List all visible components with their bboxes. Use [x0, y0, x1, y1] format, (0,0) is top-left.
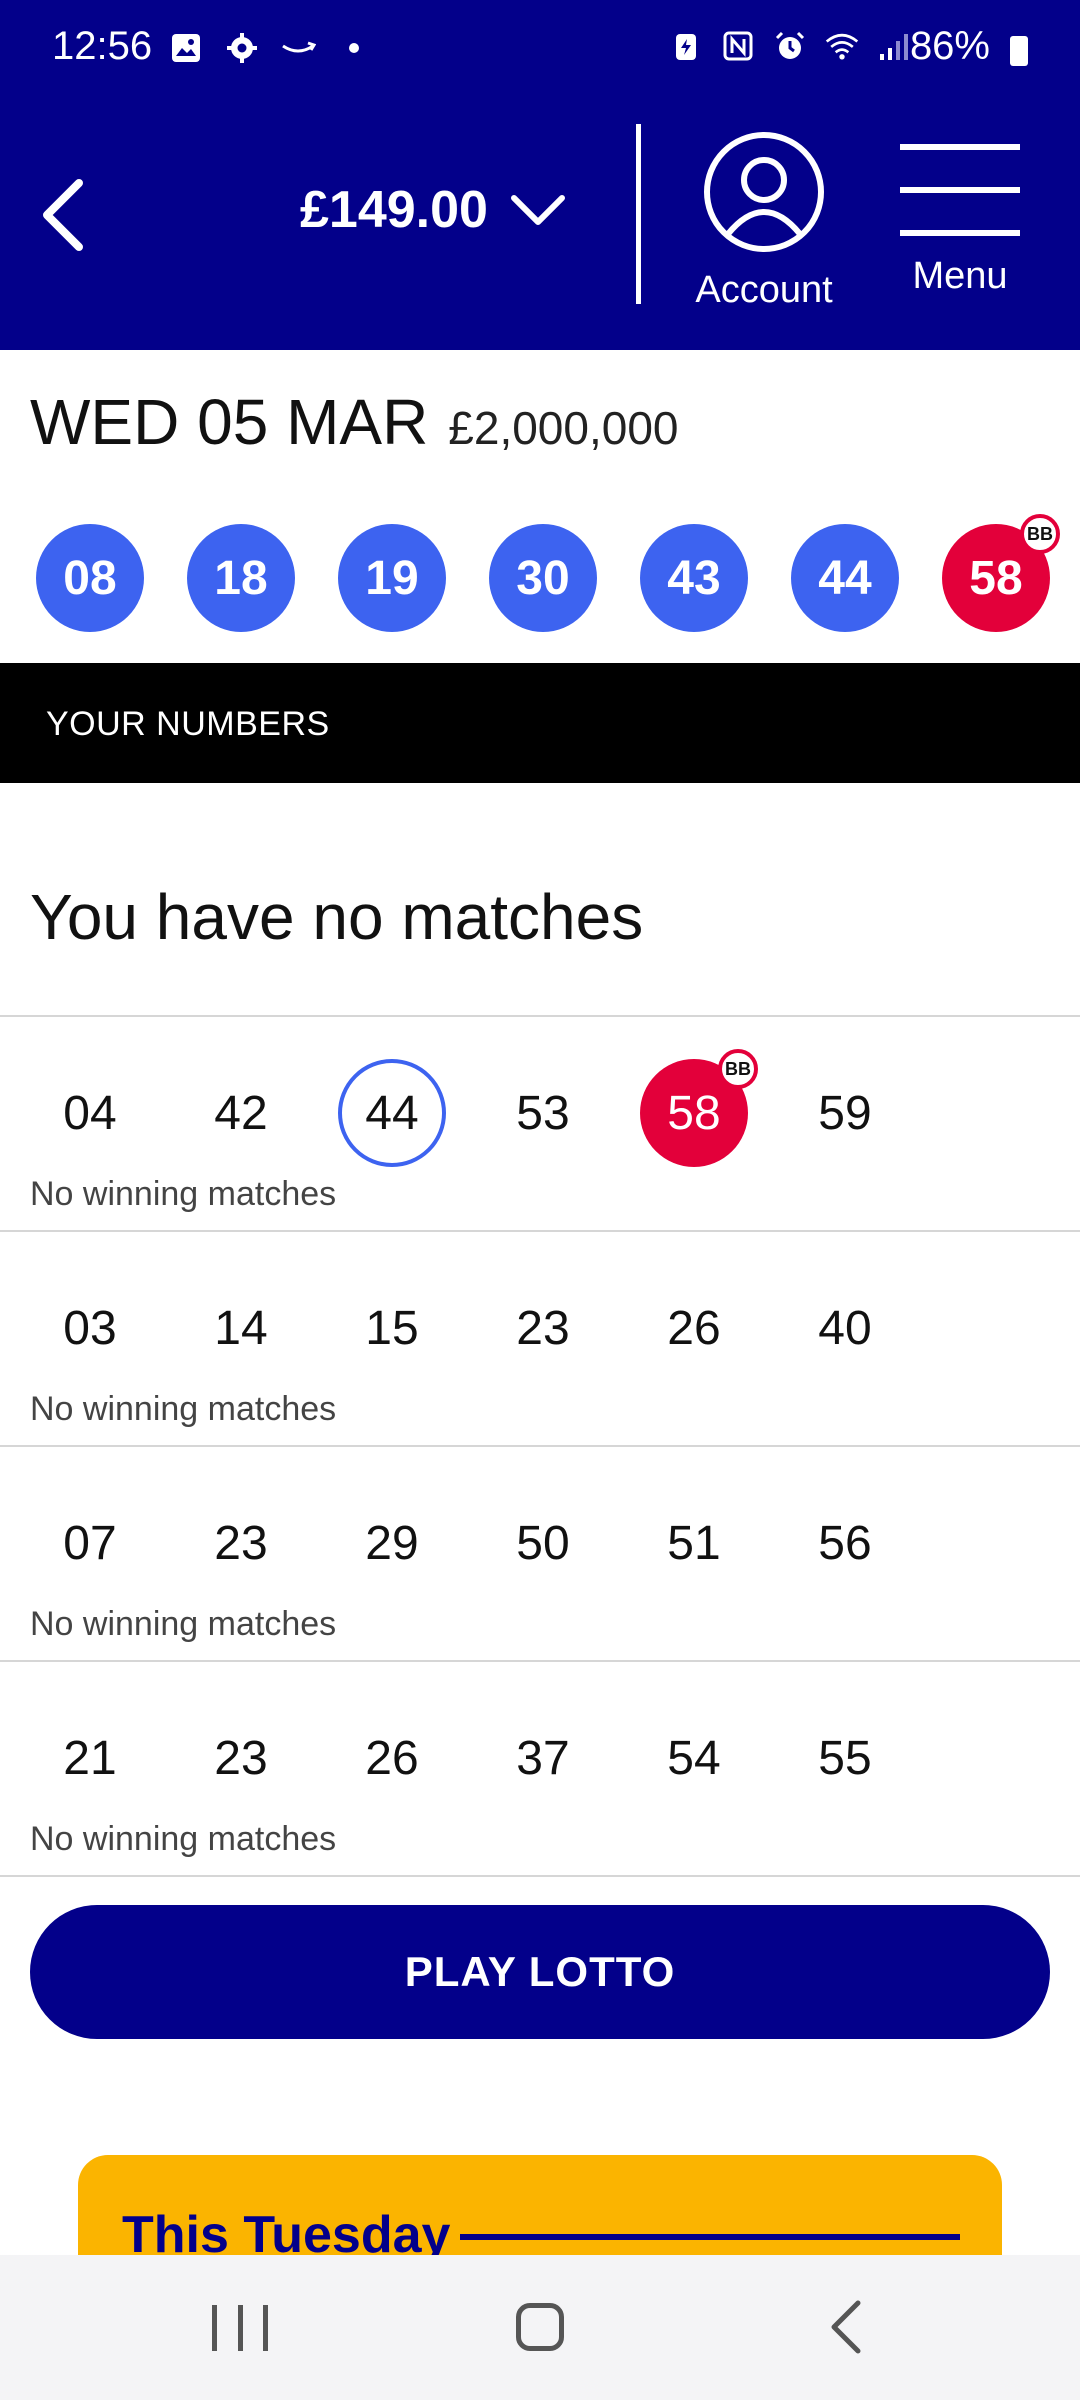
line-status: No winning matches [30, 1175, 337, 1213]
line-status: No winning matches [30, 1605, 337, 1643]
system-back-button[interactable] [820, 2299, 872, 2355]
line-number: 26 [365, 1731, 419, 1785]
line-number: 03 [63, 1301, 117, 1355]
ticket-line: 07 23 29 50 51 56 No winning matches [0, 1445, 1080, 1660]
winning-ball: 44 [791, 524, 899, 632]
line-status: No winning matches [30, 1820, 337, 1858]
back-button[interactable] [18, 170, 108, 260]
recent-apps-button[interactable] [212, 2305, 268, 2351]
account-button[interactable]: Account [684, 130, 844, 312]
line-number: 21 [63, 1731, 117, 1785]
bonus-ball-badge: BB [1020, 514, 1060, 554]
gallery-icon [168, 30, 204, 66]
ticket-line: 04 42 44 53 58 BB 59 No winning matches [0, 1015, 1080, 1230]
line-status: No winning matches [30, 1390, 337, 1428]
winning-ball: 19 [338, 524, 446, 632]
line-number: 55 [818, 1731, 872, 1785]
amazon-smile-icon [280, 30, 316, 66]
draw-jackpot: £2,000,000 [448, 402, 679, 454]
line-number: 23 [214, 1731, 268, 1785]
section-title: YOUR NUMBERS [46, 705, 330, 743]
status-bar: 12:56 86% [0, 0, 1080, 100]
line-number: 23 [214, 1516, 268, 1570]
line-number-bonus-match: 58 BB [640, 1049, 758, 1167]
battery-percentage: 86% [909, 24, 990, 68]
system-navigation-bar [0, 2255, 1080, 2400]
battery-icon [1010, 36, 1028, 66]
line-number-matched: 44 [338, 1059, 446, 1167]
wifi-icon [824, 28, 860, 64]
balance-amount: £149.00 [300, 181, 488, 239]
settings-gear-icon [224, 30, 260, 66]
winning-ball: 08 [36, 524, 144, 632]
header-divider [636, 124, 641, 304]
promo-rule [460, 2234, 960, 2240]
line-number: 29 [365, 1516, 419, 1570]
line-number: 07 [63, 1516, 117, 1570]
line-number: 59 [818, 1086, 872, 1140]
line-number: 04 [63, 1086, 117, 1140]
chevron-left-icon [43, 179, 83, 251]
winning-ball: 43 [640, 524, 748, 632]
status-icons-right [668, 28, 912, 64]
line-number: 51 [667, 1516, 721, 1570]
notification-dot-icon [336, 30, 372, 66]
home-button[interactable] [516, 2303, 564, 2351]
menu-label: Menu [912, 255, 1008, 297]
signal-icon [876, 28, 912, 64]
winning-ball: 18 [187, 524, 295, 632]
line-number: 54 [667, 1731, 721, 1785]
line-number-bonus-value: 58 [667, 1086, 721, 1140]
status-time: 12:56 [52, 24, 153, 68]
account-icon [704, 132, 824, 252]
line-number: 15 [365, 1301, 419, 1355]
draw-date: WED 05 MAR [30, 386, 429, 458]
bonus-ball-number: 58 [969, 551, 1023, 605]
winning-balls: 08 18 19 30 43 44 58 BB [36, 514, 1060, 636]
hamburger-menu-icon [900, 144, 1020, 236]
play-lotto-button[interactable]: PLAY LOTTO [30, 1905, 1050, 2039]
lines-divider [0, 1875, 1080, 1877]
line-number: 14 [214, 1301, 268, 1355]
winning-ball: 30 [489, 524, 597, 632]
battery-saver-icon [668, 28, 704, 64]
account-label: Account [695, 269, 833, 311]
line-number: 42 [214, 1086, 268, 1140]
line-number: 23 [516, 1301, 570, 1355]
balance-dropdown[interactable]: £149.00 [300, 180, 568, 240]
status-icons-left [168, 30, 372, 66]
app-header: £149.00 Account Menu [0, 100, 1080, 350]
nfc-icon [720, 28, 756, 64]
line-number: 56 [818, 1516, 872, 1570]
line-number: 40 [818, 1301, 872, 1355]
draw-info: WED 05 MAR £2,000,000 [30, 385, 679, 459]
ticket-line: 21 23 26 37 54 55 No winning matches [0, 1660, 1080, 1875]
bonus-ball: 58 BB [942, 514, 1060, 632]
menu-button[interactable]: Menu [890, 140, 1030, 298]
line-bonus-badge: BB [718, 1049, 758, 1089]
chevron-left-icon [831, 2300, 861, 2354]
line-number: 37 [516, 1731, 570, 1785]
line-number: 26 [667, 1301, 721, 1355]
chevron-down-icon [510, 195, 565, 225]
result-title: You have no matches [30, 881, 644, 953]
line-number: 50 [516, 1516, 570, 1570]
your-numbers-header: YOUR NUMBERS [0, 663, 1080, 783]
ticket-line: 03 14 15 23 26 40 No winning matches [0, 1230, 1080, 1445]
alarm-icon [772, 28, 808, 64]
line-number: 53 [516, 1086, 570, 1140]
